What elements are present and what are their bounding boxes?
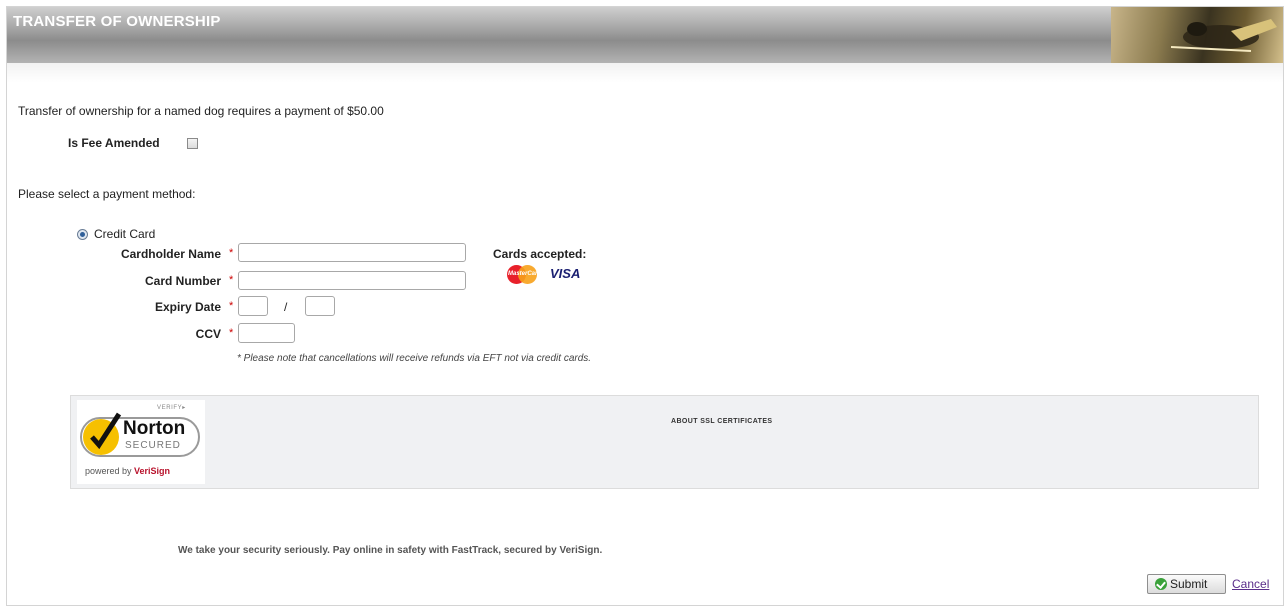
ssl-info-box: VERIFY▸ Norton SECURED powered by VeriSi… [70,395,1259,489]
cardholder-name-input[interactable] [238,243,466,262]
fee-amended-label: Is Fee Amended [68,136,160,150]
greyhound-header-image [1111,7,1283,63]
mastercard-text: MasterCard [508,271,542,277]
ssl-certificates-link[interactable]: ABOUT SSL CERTIFICATES [671,418,773,425]
submit-button[interactable]: Submit [1147,574,1226,594]
powered-by-verisign: powered by VeriSign [85,466,170,476]
powered-by-text: powered by [85,466,135,476]
ccv-label: CCV [195,327,221,341]
required-mark: * [229,247,234,259]
norton-text: Norton [123,418,186,439]
transfer-ownership-panel: TRANSFER OF OWNERSHIP Transfer of owners… [6,6,1284,606]
security-message: We take your security seriously. Pay onl… [178,545,603,556]
check-icon [1155,578,1167,590]
visa-logo: VISA [550,266,581,281]
required-mark: * [229,327,234,339]
credit-card-radio[interactable] [77,229,88,240]
page-title: TRANSFER OF OWNERSHIP [13,13,221,30]
expiry-year-input[interactable] [305,296,335,316]
header-divider [7,63,1283,83]
required-mark: * [229,300,234,312]
cancel-link[interactable]: Cancel [1232,577,1269,591]
verisign-text: VeriSign [134,466,171,476]
norton-secured-seal[interactable]: VERIFY▸ Norton SECURED powered by VeriSi… [77,400,205,484]
expiry-separator: / [284,300,288,314]
cards-accepted-label: Cards accepted: [493,247,587,261]
page-header: TRANSFER OF OWNERSHIP [7,7,1283,63]
required-mark: * [229,274,234,286]
expiry-month-input[interactable] [238,296,268,316]
cardholder-name-label: Cardholder Name [120,247,221,261]
submit-label: Submit [1170,577,1208,591]
ccv-input[interactable] [238,323,295,343]
secured-text: SECURED [125,440,181,451]
payment-method-prompt: Please select a payment method: [18,187,196,201]
credit-card-label: Credit Card [94,227,156,241]
mastercard-logo: MasterCard [507,265,541,284]
card-number-input[interactable] [238,271,466,290]
expiry-date-label: Expiry Date [154,300,221,314]
fee-amended-checkbox[interactable] [187,138,198,149]
card-number-label: Card Number [144,274,221,288]
refund-note: * Please note that cancellations will re… [237,353,592,364]
fee-description: Transfer of ownership for a named dog re… [18,104,384,118]
